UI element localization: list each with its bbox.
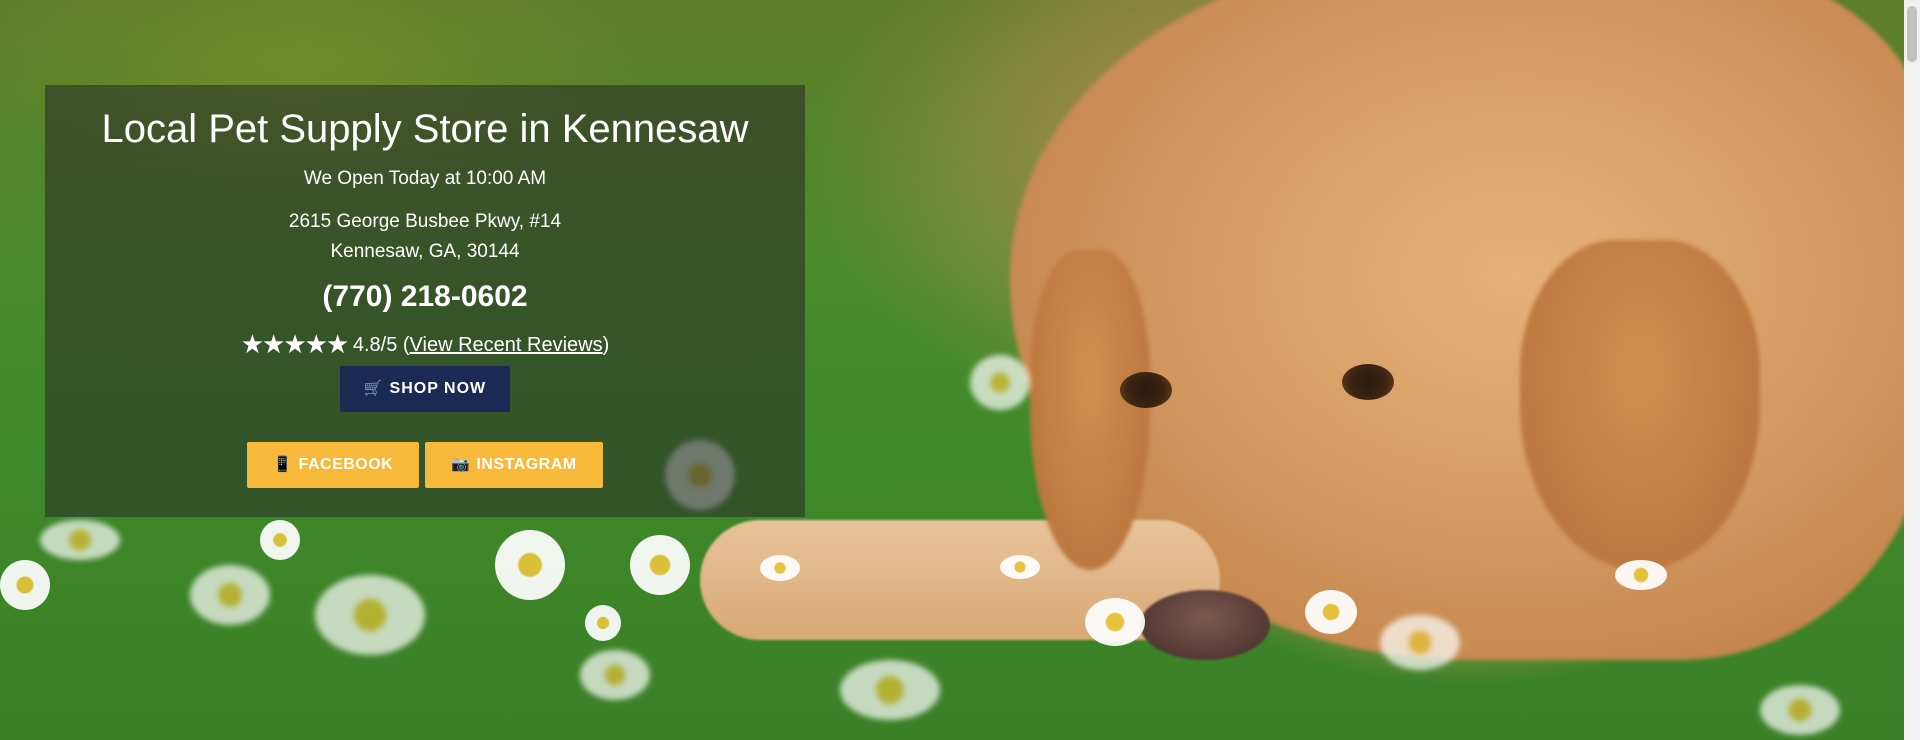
dog-eye-right	[1342, 364, 1394, 400]
instagram-label: INSTAGRAM	[476, 456, 577, 473]
shop-now-button[interactable]: 🛒 SHOP NOW	[340, 366, 510, 412]
camera-icon: 📷	[451, 456, 471, 473]
daisy-flower	[760, 555, 800, 581]
daisy-flower	[840, 660, 940, 720]
facebook-label: FACEBOOK	[298, 456, 394, 473]
dog-eye-left	[1120, 372, 1172, 408]
daisy-flower	[190, 565, 270, 625]
rating: ★★★★★ 4.8/5 (View Recent Reviews)	[45, 331, 805, 358]
phone-number[interactable]: (770) 218-0602	[45, 277, 805, 317]
page-scrollbar[interactable]	[1904, 0, 1920, 740]
shop-now-label: SHOP NOW	[389, 380, 487, 397]
daisy-flower	[315, 575, 425, 655]
daisy-flower	[1380, 615, 1460, 670]
rating-open-paren: (	[402, 334, 410, 356]
view-reviews-link[interactable]: View Recent Reviews	[410, 334, 603, 356]
facebook-button[interactable]: 📱 FACEBOOK	[247, 442, 420, 488]
dog-ear-left	[1030, 250, 1150, 570]
daisy-flower	[495, 530, 565, 600]
scrollbar-thumb[interactable]	[1907, 6, 1917, 62]
address-line-1: 2615 George Busbee Pkwy, #14	[288, 211, 562, 232]
store-address: 2615 George Busbee Pkwy, #14 Kennesaw, G…	[45, 207, 805, 267]
social-buttons: 📱 FACEBOOK 📷 INSTAGRAM	[45, 442, 805, 488]
daisy-flower	[40, 520, 120, 560]
rating-value: 4.8/5	[352, 334, 398, 356]
page-title: Local Pet Supply Store in Kennesaw	[101, 107, 749, 151]
daisy-flower	[260, 520, 300, 560]
phone-icon: 📱	[273, 456, 293, 473]
daisy-flower	[1615, 560, 1667, 590]
daisy-flower	[1000, 555, 1040, 579]
store-info-panel: Local Pet Supply Store in Kennesaw We Op…	[45, 85, 805, 517]
open-status: We Open Today at 10:00 AM	[303, 168, 547, 189]
rating-close-paren: )	[602, 334, 610, 356]
daisy-flower	[630, 535, 690, 595]
hero-banner: Local Pet Supply Store in Kennesaw We Op…	[0, 0, 1904, 740]
star-icon: ★★★★★	[240, 329, 350, 359]
daisy-flower	[1305, 590, 1357, 634]
cart-icon: 🛒	[363, 380, 384, 397]
instagram-button[interactable]: 📷 INSTAGRAM	[425, 442, 603, 488]
dog-ear-right	[1520, 240, 1760, 570]
daisy-flower	[1085, 598, 1145, 646]
daisy-flower	[0, 560, 50, 610]
daisy-flower	[580, 650, 650, 700]
daisy-flower	[585, 605, 621, 641]
dog-nose	[1140, 590, 1270, 660]
daisy-flower	[970, 355, 1030, 410]
address-line-2: Kennesaw, GA, 30144	[330, 241, 520, 262]
daisy-flower	[1760, 685, 1840, 735]
